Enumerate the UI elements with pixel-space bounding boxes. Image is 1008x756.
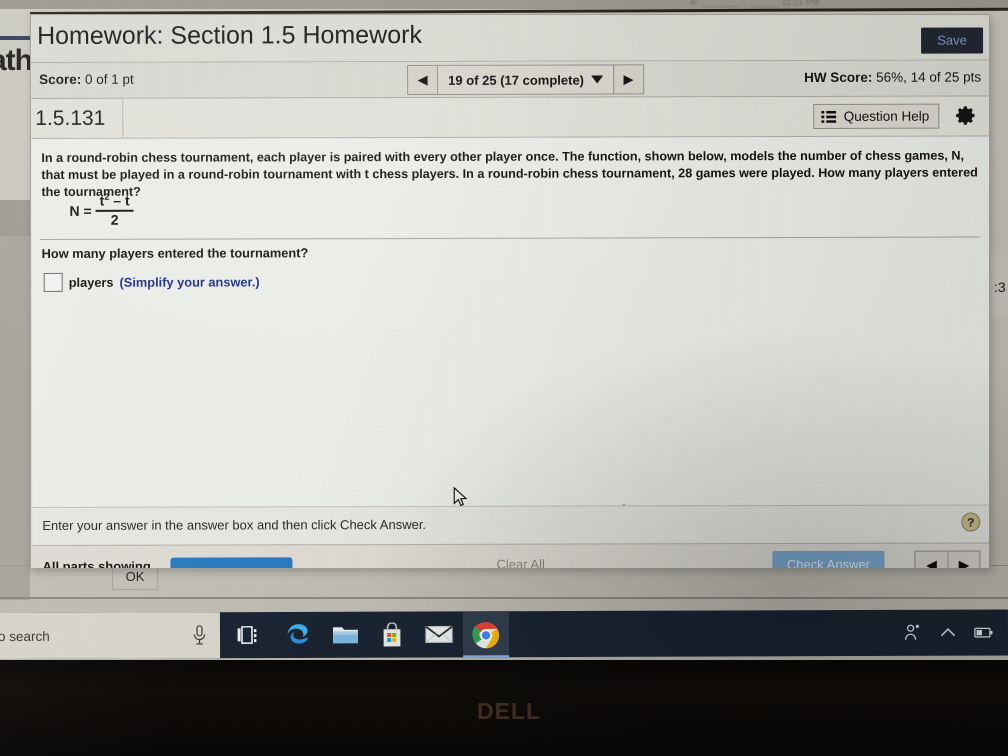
parts-progress-bar xyxy=(170,557,293,568)
formula-fraction: t2 – t 2 xyxy=(95,192,134,228)
answer-units-label: players xyxy=(68,274,114,290)
brand-underline xyxy=(0,36,30,40)
dialog-title-row: Homework: Section 1.5 Homework Save xyxy=(31,15,989,63)
formula-denominator: 2 xyxy=(110,211,119,228)
footer-next-arrow-icon: ▶ xyxy=(958,556,970,569)
people-icon[interactable] xyxy=(902,623,922,643)
question-help-label: Question Help xyxy=(843,108,930,124)
formula-numerator-rest: – t xyxy=(109,192,130,209)
hw-score-value: 56%, 14 of 25 pts xyxy=(876,69,982,85)
all-parts-showing-label: All parts showing xyxy=(42,558,151,569)
homework-title: Homework: Section 1.5 Homework xyxy=(37,20,422,50)
question-sub-prompt: How many players entered the tournament? xyxy=(41,245,309,261)
dialog-footer-toolbar: All parts showing Clear All Check Answer… xyxy=(32,542,989,569)
clear-all-button[interactable]: Clear All xyxy=(496,557,544,568)
pager-next-button[interactable]: ▶ xyxy=(612,65,644,94)
file-explorer-icon[interactable] xyxy=(330,620,360,650)
battery-icon[interactable] xyxy=(974,623,994,643)
score-label: Score: xyxy=(39,71,82,87)
next-arrow-icon: ▶ xyxy=(623,71,634,87)
windows-taskbar: o search xyxy=(0,609,1008,660)
question-divider xyxy=(39,236,980,240)
question-id: 1.5.131 xyxy=(31,98,124,138)
monitor-screen: Â· ________ , ______ 11:21 PM ath :3 OK … xyxy=(0,0,1008,661)
search-placeholder: o search xyxy=(0,628,50,644)
instruction-text: Enter your answer in the answer box and … xyxy=(42,516,427,533)
answer-row: players (Simplify your answer.) xyxy=(43,272,260,292)
left-page-panel-upper xyxy=(0,200,30,236)
help-icon[interactable]: ? xyxy=(961,512,981,532)
question-pager: ◀ 19 of 25 (17 complete) ▶ xyxy=(407,64,645,96)
search-input[interactable]: o search xyxy=(0,612,221,660)
background-rule-2 xyxy=(0,597,1008,599)
system-tray xyxy=(902,610,1002,656)
task-view-icon[interactable] xyxy=(233,620,263,650)
mymathlab-brand-fragment: ath xyxy=(0,44,33,77)
question-formula: N = t2 – t 2 xyxy=(69,192,134,228)
microphone-icon[interactable] xyxy=(193,625,206,645)
save-button[interactable]: Save xyxy=(921,27,984,54)
chrome-browser-icon[interactable] xyxy=(471,620,501,650)
question-id-row: 1.5.131 Question Help xyxy=(31,96,989,139)
footer-prev-arrow-icon: ◀ xyxy=(926,556,937,569)
right-page-number: :3 xyxy=(994,279,1006,295)
photo-of-monitor: Â· ________ , ______ 11:21 PM ath :3 OK … xyxy=(0,0,1008,756)
footer-nav-group: ◀ ▶ xyxy=(914,550,981,569)
prev-arrow-icon: ◀ xyxy=(417,71,428,87)
pager-dropdown[interactable]: 19 of 25 (17 complete) xyxy=(438,65,614,94)
check-answer-button[interactable]: Check Answer xyxy=(772,550,885,568)
dell-logo: DELL xyxy=(476,698,542,724)
left-page-panel-lower xyxy=(0,236,30,616)
pager-label-text: 19 of 25 (17 complete) xyxy=(448,72,585,88)
hw-score-text: HW Score: 56%, 14 of 25 pts xyxy=(804,70,981,85)
question-body: In a round-robin chess tournament, each … xyxy=(31,136,989,511)
chevron-down-icon xyxy=(590,75,604,84)
answer-input[interactable] xyxy=(43,272,63,292)
mail-icon[interactable] xyxy=(424,619,454,649)
score-text: Score: 0 of 1 pt xyxy=(39,72,134,87)
gear-icon[interactable] xyxy=(955,105,977,127)
question-text: In a round-robin chess tournament, each … xyxy=(41,148,978,199)
question-help-button[interactable]: Question Help xyxy=(813,103,940,129)
answer-hint-label: (Simplify your answer.) xyxy=(119,274,260,290)
edge-browser-icon[interactable] xyxy=(283,620,313,650)
footer-prev-button[interactable]: ◀ xyxy=(915,552,947,569)
score-row: Score: 0 of 1 pt ◀ 19 of 25 (17 complete… xyxy=(31,60,989,99)
exercise-dialog: Homework: Section 1.5 Homework Save Scor… xyxy=(30,14,990,569)
parts-progress-fill xyxy=(170,557,293,568)
mouse-cursor-icon xyxy=(453,486,468,507)
instruction-row: Enter your answer in the answer box and … xyxy=(32,504,989,545)
formula-lhs: N = xyxy=(69,202,92,219)
show-hidden-icons-icon[interactable] xyxy=(938,623,958,643)
microsoft-store-icon[interactable] xyxy=(377,620,407,650)
hw-score-label: HW Score: xyxy=(804,69,873,85)
bulleted-list-icon xyxy=(821,110,837,123)
pager-prev-button[interactable]: ◀ xyxy=(408,65,439,95)
formula-numerator: t2 – t xyxy=(96,192,134,210)
footer-next-button[interactable]: ▶ xyxy=(947,551,980,569)
score-value: 0 of 1 pt xyxy=(84,71,134,87)
